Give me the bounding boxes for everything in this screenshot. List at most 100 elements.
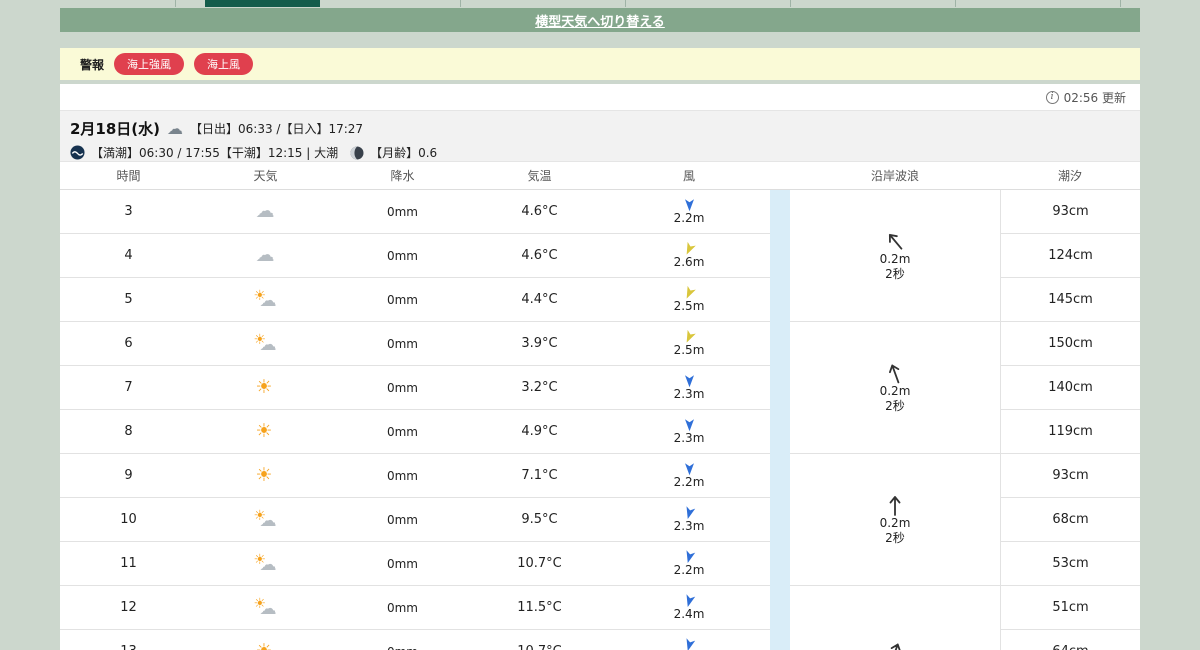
tide-icon (70, 145, 85, 160)
wave-direction-icon (883, 638, 907, 650)
wave-direction-icon (883, 359, 907, 386)
wind-cell: 2.2m (608, 461, 770, 490)
table-header-row: 時間 天気 降水 気温 風 沿岸波浪 潮汐 (60, 162, 1140, 190)
weather-cell: ☀☁ (197, 465, 334, 487)
wave-direction-icon (881, 226, 909, 254)
table-row: 8 ☀☁ 0mm 4.9°C 2.3m (60, 410, 770, 454)
table-row: 11 ☀ ☁ 0mm 10.7°C 2.2m (60, 542, 770, 586)
wind-direction-icon (682, 417, 697, 432)
table-row: 6 ☀ ☁ 0mm 3.9°C 2.5m (60, 322, 770, 366)
cut-off-tab-strip (60, 0, 1140, 8)
time-value: 13 (60, 644, 197, 650)
table-row: 5 ☀ ☁ 0mm 4.4°C 2.5m (60, 278, 770, 322)
weather-cell: ☀☁ (197, 509, 334, 531)
forecast-panel: i 02:56 更新 2月18日(水) ☁ 【日出】06:33 /【日入】17:… (60, 84, 1140, 650)
cloud-icon: ☁ (259, 510, 277, 531)
precip-value: 0mm (386, 292, 418, 307)
tide-value: 119cm (1001, 410, 1140, 454)
col-header-weather: 天気 (253, 169, 278, 183)
moon-age: 【月齢】0.6 (370, 146, 438, 160)
weather-icon: ☀☁ (253, 377, 279, 399)
warning-badge-gale[interactable]: 海上強風 (114, 53, 185, 75)
time-value: 11 (120, 556, 137, 571)
cloud-icon: ☁ (259, 334, 277, 355)
wind-cell: 2.3m (608, 417, 770, 446)
tide-value: 150cm (1001, 322, 1140, 366)
time-value: 3 (124, 204, 133, 219)
precip-value: 0mm (386, 556, 418, 571)
weather-icon: ☀☁ (253, 465, 279, 487)
wave-period: 2秒 (885, 398, 905, 413)
time-value: 5 (124, 292, 133, 307)
precip-value: 0mm (386, 204, 418, 219)
warning-bar: 警報 海上強風 海上風 (60, 48, 1140, 80)
warning-label: 警報 (80, 57, 105, 72)
cloud-icon: ☁ (255, 243, 275, 266)
precip-value: 0mm (386, 336, 418, 351)
wind-cell: 2.5m (608, 285, 770, 314)
day-weather-icon: ☁ (167, 118, 184, 138)
cloud-icon: ☁ (259, 290, 277, 311)
tide-value: 124cm (1001, 234, 1140, 278)
switch-layout-link[interactable]: 横型天気へ切り替える (535, 11, 665, 30)
tide-value: 93cm (1001, 454, 1140, 498)
sunrise-sunset: 【日出】06:33 /【日入】17:27 (190, 122, 364, 136)
wind-cell: 2.3m (608, 373, 770, 402)
hourly-columns: 3 ☀☁ 0mm 4.6°C 2.2m 4 ☀☁ 0mm 4.6°C 2.6m … (60, 190, 770, 650)
weather-cell: ☀☁ (197, 245, 334, 267)
temp-value: 3.9°C (521, 336, 558, 351)
weather-cell: ☀☁ (197, 421, 334, 443)
wind-speed: 2.3m (673, 387, 705, 402)
wave-period: 2秒 (885, 266, 905, 281)
wind-cell: 2.2m (608, 197, 770, 226)
wind-cell: 2.2m (608, 549, 770, 578)
col-header-waves: 沿岸波浪 (870, 169, 919, 183)
time-value: 7 (124, 380, 133, 395)
layout-switch-bar: 横型天気へ切り替える (60, 8, 1140, 32)
wind-cell: 2.5m (608, 329, 770, 358)
time-value: 8 (124, 424, 133, 439)
cloud-icon: ☁ (259, 554, 277, 575)
column-separator-strip (770, 190, 790, 650)
wind-speed: 2.6m (673, 255, 705, 270)
weather-page: 横型天気へ切り替える 警報 海上強風 海上風 i 02:56 更新 2月18日(… (0, 0, 1200, 650)
update-time: 02:56 更新 (1063, 90, 1126, 105)
wind-direction-icon (680, 635, 698, 650)
temp-value: 3.2°C (521, 380, 558, 395)
date-title: 2月18日(水) (70, 120, 161, 138)
time-value: 6 (124, 336, 133, 351)
weather-cell: ☀☁ (197, 597, 334, 619)
weather-icon: ☀☁ (253, 509, 279, 531)
wave-group: 0.2m 2秒 (790, 322, 1000, 454)
tide-value: 64cm (1001, 630, 1140, 650)
col-header-precip: 降水 (390, 169, 415, 183)
table-body: 3 ☀☁ 0mm 4.6°C 2.2m 4 ☀☁ 0mm 4.6°C 2.6m … (60, 190, 1140, 650)
warning-badge-wind[interactable]: 海上風 (194, 53, 254, 75)
precip-value: 0mm (386, 424, 418, 439)
wave-column: 0.2m 2秒 0.2m 2秒 0.2m 2秒 (790, 190, 1000, 650)
wind-cell: 2.4m (608, 637, 770, 650)
tide-value: 93cm (1001, 190, 1140, 234)
update-info: i 02:56 更新 (60, 84, 1140, 110)
wind-speed: 2.2m (673, 475, 705, 490)
wave-group: 0.2m 2秒 (790, 190, 1000, 322)
temp-value: 4.6°C (521, 248, 558, 263)
wind-speed: 2.2m (673, 211, 705, 226)
table-row: 10 ☀ ☁ 0mm 9.5°C 2.3m (60, 498, 770, 542)
temp-value: 10.7°C (517, 556, 562, 571)
weather-cell: ☀☁ (197, 333, 334, 355)
wave-height: 0.2m (879, 383, 911, 398)
col-header-wind: 風 (682, 169, 695, 183)
wind-direction-icon (682, 197, 697, 212)
precip-value: 0mm (386, 512, 418, 527)
info-icon: i (1045, 90, 1059, 104)
wind-speed: 2.2m (673, 563, 705, 578)
col-header-temp: 気温 (527, 169, 552, 183)
col-header-time: 時間 (116, 169, 141, 183)
wind-speed: 2.5m (673, 299, 705, 314)
time-value: 4 (124, 248, 133, 263)
weather-cell: ☀☁ (197, 641, 334, 650)
wave-height: 0.2m (879, 515, 911, 530)
wave-group: 0.2m 2秒 (790, 454, 1000, 586)
temp-value: 7.1°C (521, 468, 558, 483)
